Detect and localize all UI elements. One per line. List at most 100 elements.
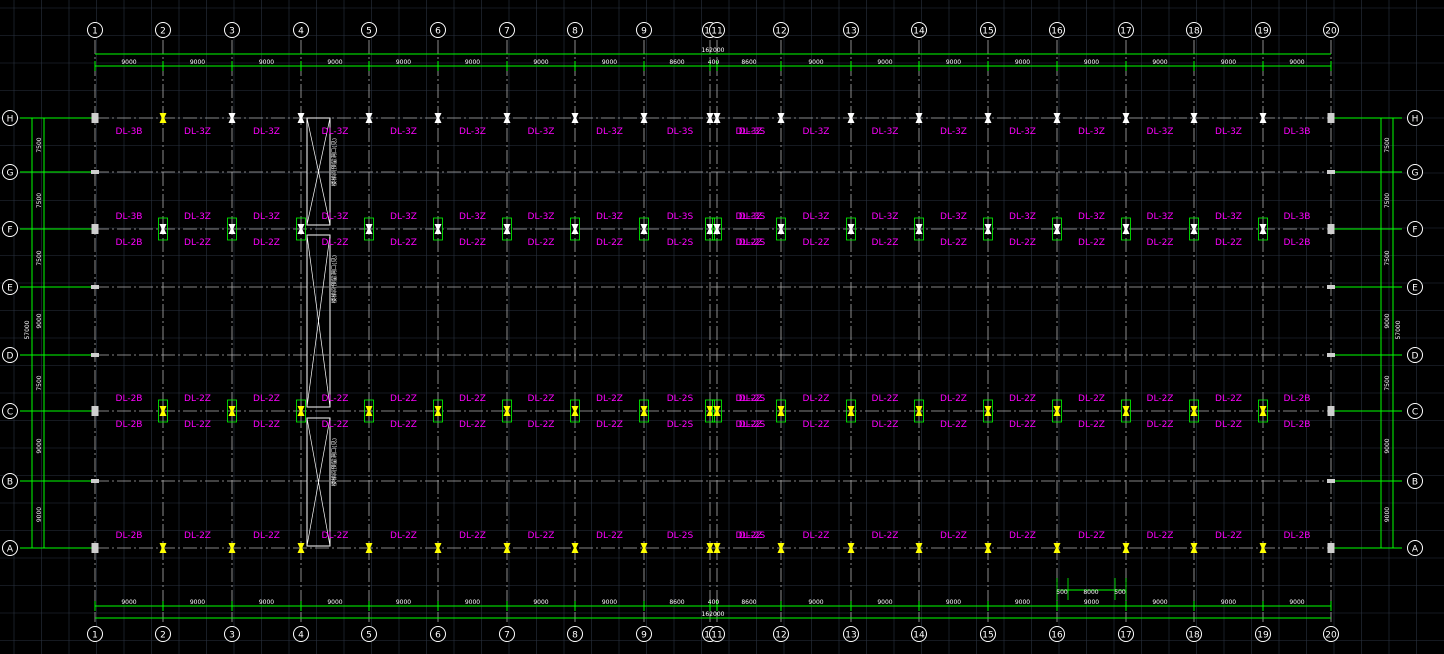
- overall-length-bottom: 162000: [702, 611, 725, 618]
- beam-label: DL-3Z: [390, 127, 417, 137]
- beam-label: DL-2Z: [736, 238, 763, 248]
- top-span-dim-value: 9000: [121, 59, 136, 66]
- column-axis-bubble-top-label: 13: [845, 26, 856, 36]
- canvas-background: [0, 0, 1444, 654]
- beam-label: DL-3B: [116, 212, 143, 222]
- beam-label: DL-3Z: [940, 212, 967, 222]
- beam-label: DL-2Z: [1078, 394, 1105, 404]
- local-dim-value: 8000: [1083, 589, 1098, 596]
- beam-label: DL-2Z: [1215, 394, 1242, 404]
- column-axis-bubble-top-label: 6: [435, 26, 441, 36]
- beam-label: DL-2Z: [184, 531, 211, 541]
- beam-label: DL-2Z: [1215, 420, 1242, 430]
- column-stub-marker[interactable]: [91, 170, 99, 174]
- beam-label: DL-3Z: [596, 212, 623, 222]
- beam-label: DL-2Z: [803, 531, 830, 541]
- column-end-marker[interactable]: [1327, 113, 1335, 123]
- column-stub-marker[interactable]: [1327, 479, 1335, 483]
- beam-label: DL-3Z: [253, 212, 280, 222]
- beam-label: DL-3Z: [872, 127, 899, 137]
- beam-label: DL-2Z: [184, 238, 211, 248]
- row-axis-bubble-right-label: E: [1412, 283, 1418, 293]
- top-span-dim-value: 9000: [327, 59, 342, 66]
- column-axis-bubble-top-label: 16: [1051, 26, 1063, 36]
- beam-label: DL-3Z: [322, 127, 349, 137]
- column-axis-bubble-top-label: 2: [160, 26, 166, 36]
- row-axis-bubble-left-label: B: [7, 477, 13, 487]
- bottom-span-dim-value: 400: [708, 599, 720, 606]
- row-axis-bubble-left-label: G: [7, 168, 14, 178]
- column-axis-bubble-top-label: 11: [711, 26, 722, 36]
- beam-label: DL-2Z: [940, 394, 967, 404]
- beam-label: DL-2Z: [528, 420, 555, 430]
- bottom-span-dim-value: 9000: [1221, 599, 1236, 606]
- bottom-span-dim-value: 9000: [259, 599, 274, 606]
- column-end-marker[interactable]: [91, 543, 99, 553]
- beam-label: DL-3Z: [736, 212, 763, 222]
- column-stub-marker[interactable]: [1327, 353, 1335, 357]
- column-axis-bubble-top-label: 12: [775, 26, 786, 36]
- bottom-span-dim-value: 9000: [946, 599, 961, 606]
- column-end-marker[interactable]: [1327, 543, 1335, 553]
- row-axis-bubble-right-label: C: [1412, 407, 1418, 417]
- beam-label: DL-3Z: [528, 212, 555, 222]
- beam-label: DL-2Z: [1078, 531, 1105, 541]
- column-axis-bubble-bottom-label: 7: [504, 630, 510, 640]
- beam-label: DL-2Z: [940, 420, 967, 430]
- beam-label: DL-2Z: [736, 420, 763, 430]
- row-axis-bubble-right-label: G: [1412, 168, 1419, 178]
- beam-label: DL-3Z: [184, 212, 211, 222]
- beam-label: DL-2Z: [803, 420, 830, 430]
- top-span-dim-value: 9000: [602, 59, 617, 66]
- column-axis-bubble-bottom-label: 5: [366, 630, 372, 640]
- beam-label: DL-2Z: [736, 531, 763, 541]
- left-total-width: 57000: [24, 320, 31, 339]
- column-stub-marker[interactable]: [91, 479, 99, 483]
- column-end-marker[interactable]: [1327, 224, 1335, 234]
- bottom-span-dim-value: 9000: [327, 599, 342, 606]
- top-span-dim-value: 9000: [1289, 59, 1304, 66]
- bottom-span-dim-value: 9000: [808, 599, 823, 606]
- beam-label: DL-2Z: [390, 531, 417, 541]
- top-span-dim-value: 8600: [669, 59, 684, 66]
- column-stub-marker[interactable]: [1327, 170, 1335, 174]
- top-span-dim-value: 9000: [1084, 59, 1099, 66]
- beam-label: DL-3B: [1284, 212, 1311, 222]
- beam-label: DL-2Z: [1147, 238, 1174, 248]
- column-axis-bubble-top-label: 14: [913, 26, 925, 36]
- column-stub-marker[interactable]: [91, 285, 99, 289]
- column-axis-bubble-top-label: 15: [982, 26, 993, 36]
- beam-label: DL-2Z: [1009, 394, 1036, 404]
- column-end-marker[interactable]: [91, 406, 99, 416]
- column-axis-bubble-bottom-label: 15: [982, 630, 993, 640]
- column-stub-marker[interactable]: [1327, 285, 1335, 289]
- column-end-marker[interactable]: [91, 113, 99, 123]
- beam-label: DL-3Z: [1078, 212, 1105, 222]
- bottom-span-dim-value: 9000: [1152, 599, 1167, 606]
- beam-label: DL-3B: [116, 127, 143, 137]
- column-stub-marker[interactable]: [91, 353, 99, 357]
- beam-label: DL-2Z: [872, 420, 899, 430]
- column-end-marker[interactable]: [91, 224, 99, 234]
- column-axis-bubble-bottom-label: 9: [641, 630, 647, 640]
- column-end-marker[interactable]: [1327, 406, 1335, 416]
- beam-label: DL-2Z: [940, 531, 967, 541]
- beam-label: DL-2Z: [803, 394, 830, 404]
- column-axis-bubble-bottom-label: 17: [1120, 630, 1131, 640]
- local-dim-value: 500: [1056, 589, 1068, 596]
- beam-label: DL-2S: [667, 420, 694, 430]
- top-span-dim-value: 9000: [533, 59, 548, 66]
- beam-label: DL-2B: [116, 420, 143, 430]
- beam-label: DL-3Z: [184, 127, 211, 137]
- cad-drawing-canvas[interactable]: 9000 9000 9000 9000 9000 9000 9000 9000 8600 400 8…: [0, 0, 1444, 654]
- stair-opening-note: 楼梯间预留洞口(见): [330, 255, 338, 303]
- beam-label: DL-3Z: [940, 127, 967, 137]
- row-axis-bubble-right-label: H: [1412, 114, 1419, 124]
- beam-label: DL-2Z: [1215, 531, 1242, 541]
- right-row-dim-value: 7500: [1384, 250, 1391, 265]
- beam-label: DL-2Z: [1009, 531, 1036, 541]
- beam-label: DL-2Z: [596, 420, 623, 430]
- beam-label: DL-2Z: [253, 420, 280, 430]
- beam-label: DL-2Z: [184, 420, 211, 430]
- beam-label: DL-2S: [667, 531, 694, 541]
